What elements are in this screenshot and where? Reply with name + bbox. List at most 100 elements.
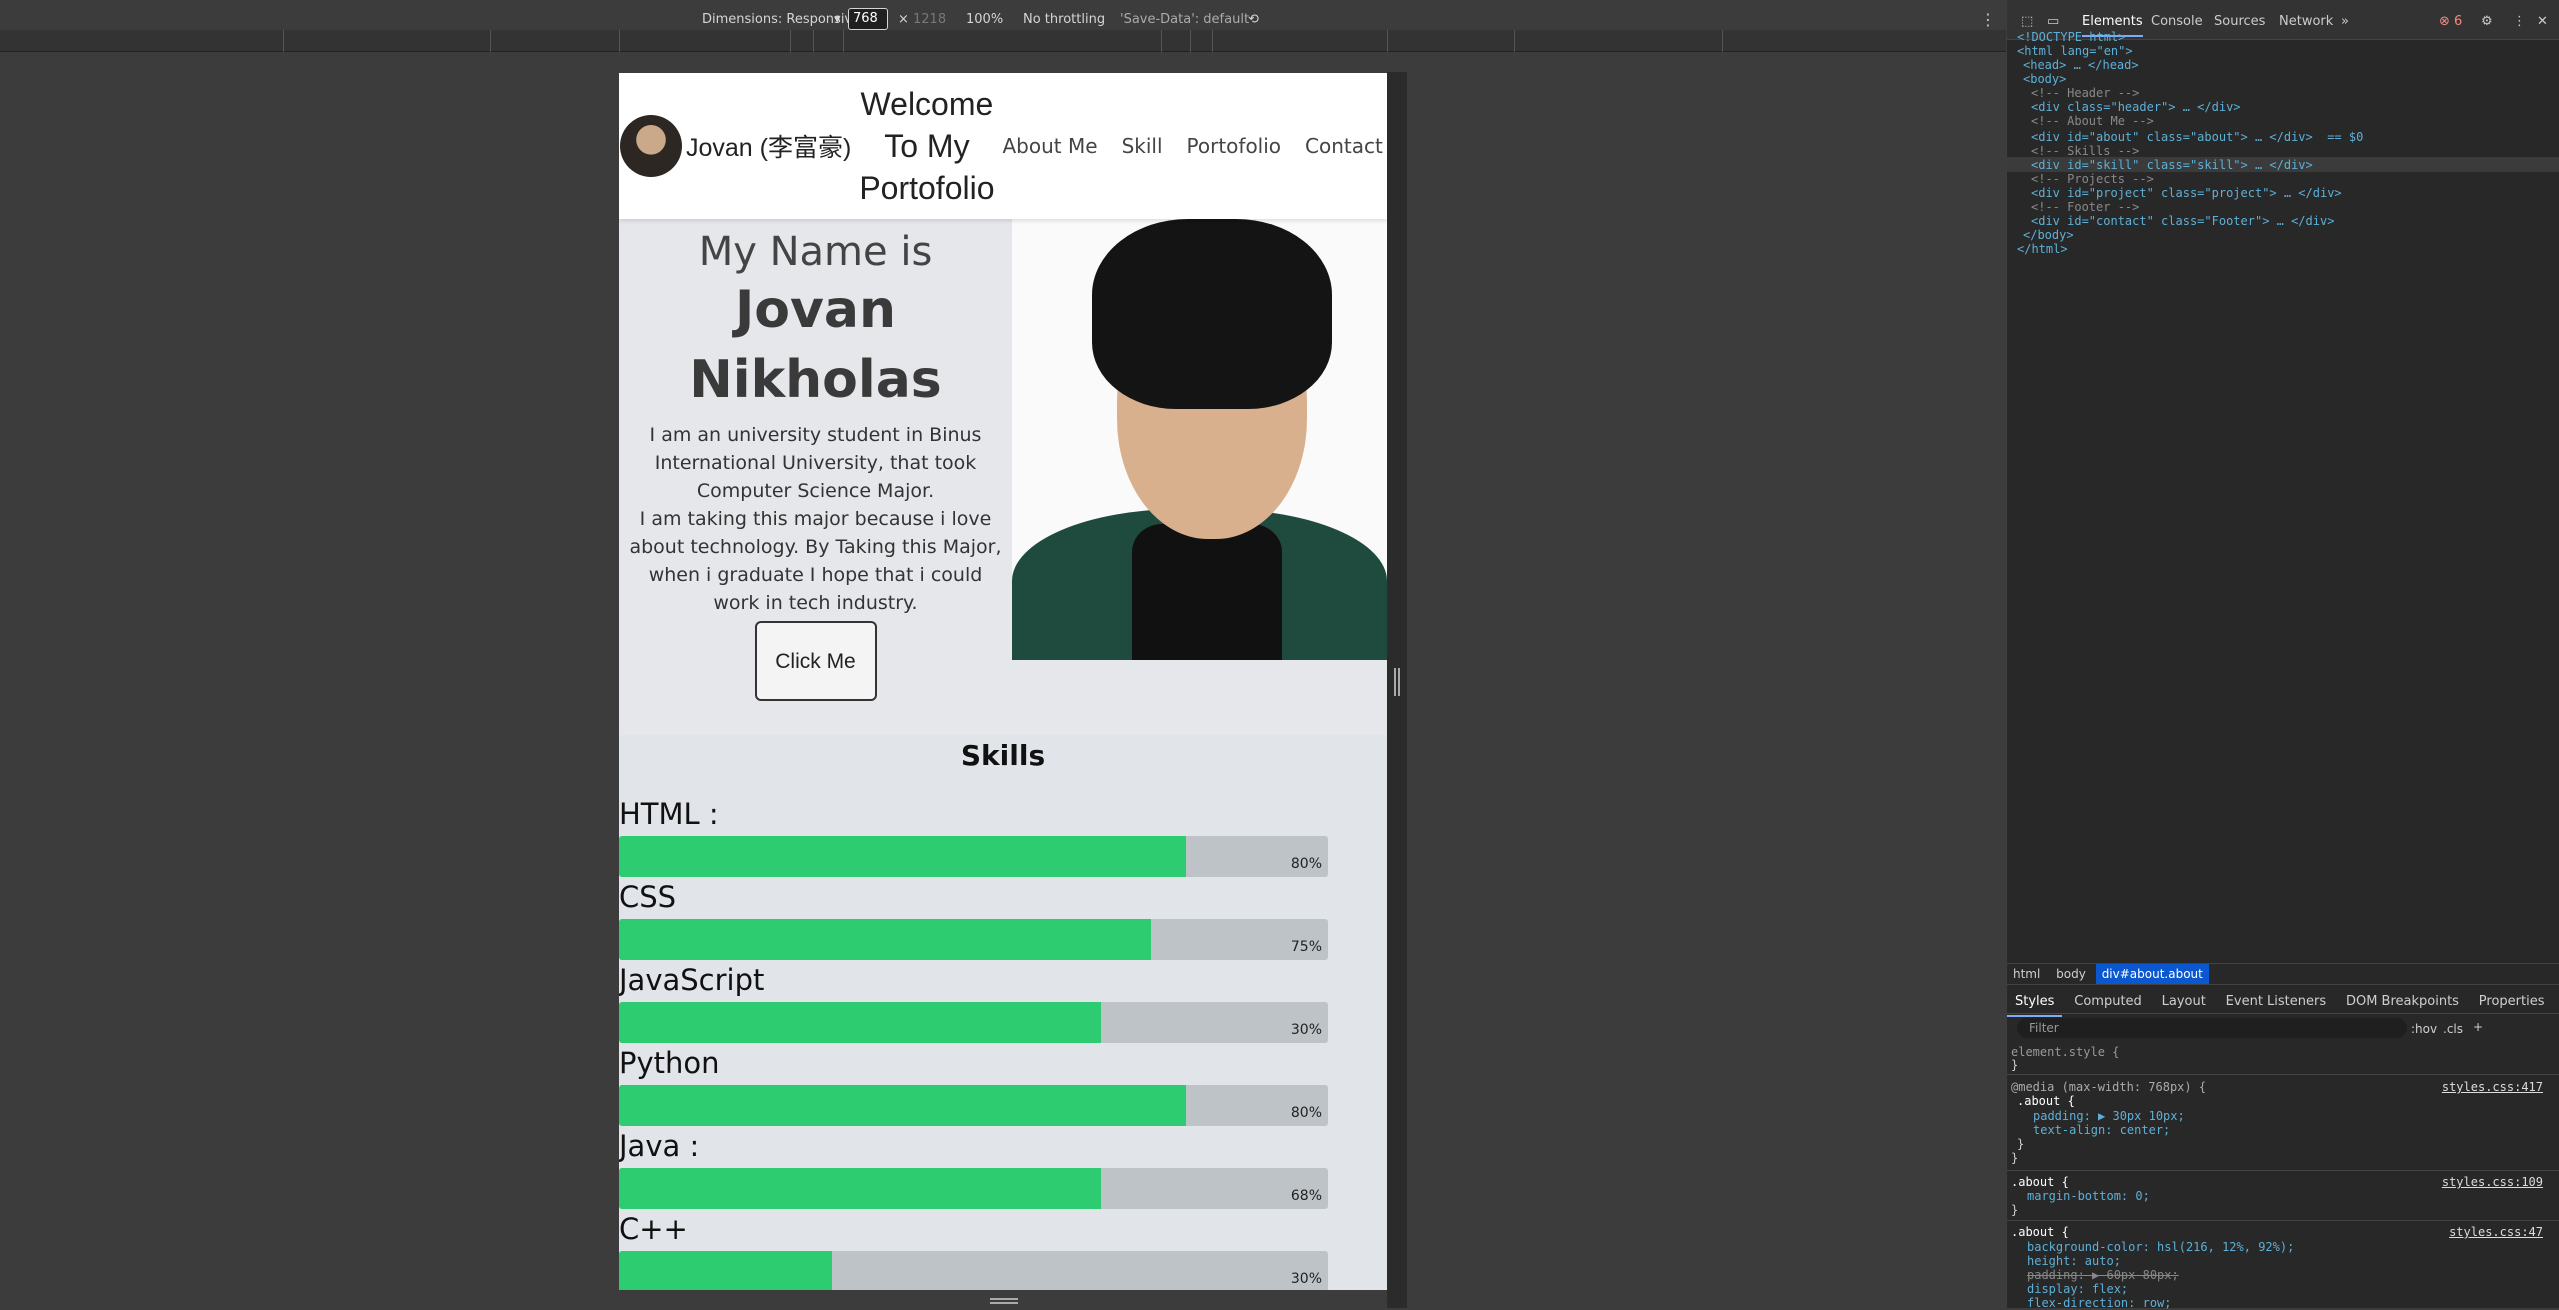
settings-icon[interactable]: ⚙ [2481, 14, 2493, 29]
hov-toggle[interactable]: :hov [2411, 1022, 2437, 1036]
devtools-panel: ⬚ ▭ Elements Console Sources Network » ⊗… [2006, 0, 2559, 1310]
dom-node-line[interactable]: <!-- Skills --> [2031, 144, 2139, 158]
throttling-dropdown[interactable]: No throttling [1023, 12, 1105, 27]
dom-node-line[interactable]: </body> [2023, 228, 2074, 242]
dom-node-line[interactable]: <!-- Footer --> [2031, 200, 2139, 214]
dom-node-line[interactable]: <div id="about" class="about"> … </div> … [2031, 130, 2363, 144]
tab-dom-breakpoints[interactable]: DOM Breakpoints [2338, 988, 2467, 1015]
tab-styles[interactable]: Styles [2007, 988, 2063, 1017]
rule1-close: } [2017, 1137, 2025, 1151]
more-options-icon[interactable]: ⋮ [1980, 10, 1996, 29]
dom-node-line[interactable]: <div id="contact" class="Footer"> … </di… [2031, 214, 2334, 228]
height-input[interactable]: 1218 [913, 12, 946, 27]
skill-bar-fill [619, 1002, 1102, 1043]
tab-properties[interactable]: Properties [2471, 988, 2553, 1015]
dom-node-line[interactable]: <head> … </head> [2023, 58, 2139, 72]
rule1-selector: .about { [2017, 1094, 2075, 1108]
rule1-text-align[interactable]: text-align: center; [2033, 1123, 2559, 1137]
dom-node-line[interactable]: <body> [2023, 72, 2066, 86]
rule1-padding[interactable]: padding: ▶ 30px 10px; [2033, 1109, 2559, 1123]
breadcrumb-div-about[interactable]: div#about.about [2095, 964, 2209, 984]
breadcrumb-body[interactable]: body [2050, 964, 2092, 984]
dom-node-line[interactable]: <!-- About Me --> [2031, 114, 2154, 128]
nav-about-me[interactable]: About Me [1003, 134, 1098, 158]
about-name-first: Jovan [734, 280, 897, 340]
click-me-button[interactable]: Click Me [754, 621, 877, 701]
skill-name: JavaScript [619, 963, 765, 997]
welcome-title: Welcome To My Portofolio [859, 86, 995, 206]
nav-skill[interactable]: Skill [1122, 134, 1163, 158]
tab-computed[interactable]: Computed [2066, 988, 2150, 1015]
element-style-rule: element.style { [2011, 1045, 2120, 1059]
breadcrumb: html body div#about.about [2007, 963, 2559, 985]
source-link-417[interactable]: styles.css:417 [2442, 1080, 2543, 1094]
skill-name: C++ [619, 1212, 688, 1246]
error-count-badge[interactable]: ⊗ 6 [2439, 14, 2462, 29]
chevron-down-icon: ▾ [834, 12, 841, 27]
error-count: 6 [2454, 14, 2463, 29]
inspect-icon[interactable]: ⬚ [2021, 14, 2033, 29]
skill-bar-fill [619, 1168, 1102, 1209]
dom-node-line[interactable]: <div id="project" class="project"> … </d… [2031, 186, 2342, 200]
resize-handle-bottom[interactable] [990, 1298, 1018, 1304]
resize-handle-right[interactable] [1394, 668, 1400, 696]
styles-subtabs: Styles Computed Layout Event Listeners D… [2007, 988, 2559, 1017]
skill-percent: 80% [1290, 1105, 1322, 1121]
tab-console[interactable]: Console [2151, 14, 2203, 29]
skill-bar-fill [619, 1251, 832, 1290]
skill-percent: 30% [1290, 1022, 1322, 1038]
about-section: My Name is Jovan Nikholas I am an univer… [619, 219, 1387, 735]
close-icon[interactable]: ✕ [2537, 14, 2548, 29]
rule2-margin-bottom[interactable]: margin-bottom: 0; [2027, 1189, 2559, 1203]
rule3-display[interactable]: display: flex; [2027, 1282, 2559, 1296]
skill-percent: 80% [1290, 856, 1322, 872]
dom-node-line[interactable]: <div class="header"> … </div> [2031, 100, 2241, 114]
dom-node-line[interactable]: <!-- Projects --> [2031, 172, 2154, 186]
tab-layout[interactable]: Layout [2154, 988, 2214, 1015]
more-tabs-icon[interactable]: » [2341, 14, 2349, 29]
skill-name: CSS [619, 880, 677, 914]
add-rule-icon[interactable]: + [2473, 1020, 2483, 1034]
main-nav: About Me Skill Portofolio Contact [1003, 134, 1388, 158]
more-options-icon[interactable]: ⋮ [2513, 14, 2526, 29]
skill-bar: 30% [619, 1002, 1328, 1043]
width-input[interactable]: 768 [848, 8, 888, 30]
rule-close: } [2011, 1058, 2019, 1072]
tab-event-listeners[interactable]: Event Listeners [2218, 988, 2334, 1015]
styles-filter-input[interactable]: Filter [2017, 1018, 2407, 1038]
about-name-last: Nikholas [689, 350, 942, 410]
skills-section: Skills HTML : 80% CSS 75% JavaScript 30% Pytho… [619, 735, 1387, 1290]
tab-network[interactable]: Network [2279, 14, 2333, 29]
about-paragraph-1: I am an university student in Binus Inte… [649, 424, 982, 502]
page-viewport: Jovan (李富豪) Welcome To My Portofolio Abo… [619, 73, 1387, 1290]
source-link-109[interactable]: styles.css:109 [2442, 1175, 2543, 1189]
source-link-47[interactable]: styles.css:47 [2449, 1225, 2543, 1239]
tab-sources[interactable]: Sources [2214, 14, 2265, 29]
breadcrumb-html[interactable]: html [2007, 964, 2046, 984]
dom-node-line[interactable]: </html> [2017, 242, 2068, 256]
dom-node-line[interactable]: <!DOCTYPE html> [2017, 30, 2125, 44]
rule2-close: } [2011, 1203, 2019, 1217]
skill-name: HTML : [619, 797, 719, 831]
rule3-height[interactable]: height: auto; [2027, 1254, 2559, 1268]
skills-title: Skills [960, 739, 1046, 772]
device-toggle-icon[interactable]: ▭ [2047, 14, 2059, 29]
skill-percent: 75% [1290, 939, 1322, 955]
cls-toggle[interactable]: .cls [2443, 1022, 2463, 1036]
skill-bar: 75% [619, 919, 1328, 960]
rule3-background-color[interactable]: background-color: hsl(216, 12%, 92%); [2027, 1240, 2559, 1254]
rule3-padding[interactable]: padding: ▶ 60px 80px; [2027, 1268, 2559, 1282]
ruler [0, 30, 2006, 52]
nav-contact[interactable]: Contact [1305, 134, 1383, 158]
dom-node-line[interactable]: <!-- Header --> [2031, 86, 2139, 100]
dom-node-line[interactable]: <html lang="en"> [2017, 44, 2133, 58]
zoom-dropdown[interactable]: 100% [966, 12, 1003, 27]
skill-bar: 68% [619, 1168, 1328, 1209]
rotate-icon[interactable]: ⟲ [1248, 12, 1259, 27]
nav-portofolio[interactable]: Portofolio [1187, 134, 1282, 158]
dom-node-line[interactable]: <div id="skill" class="skill"> … </div> [2031, 158, 2313, 172]
save-data-dropdown[interactable]: 'Save-Data': default [1120, 12, 1249, 27]
avatar [620, 115, 682, 177]
close-icon: × [898, 12, 909, 27]
skill-bar-fill [619, 919, 1151, 960]
